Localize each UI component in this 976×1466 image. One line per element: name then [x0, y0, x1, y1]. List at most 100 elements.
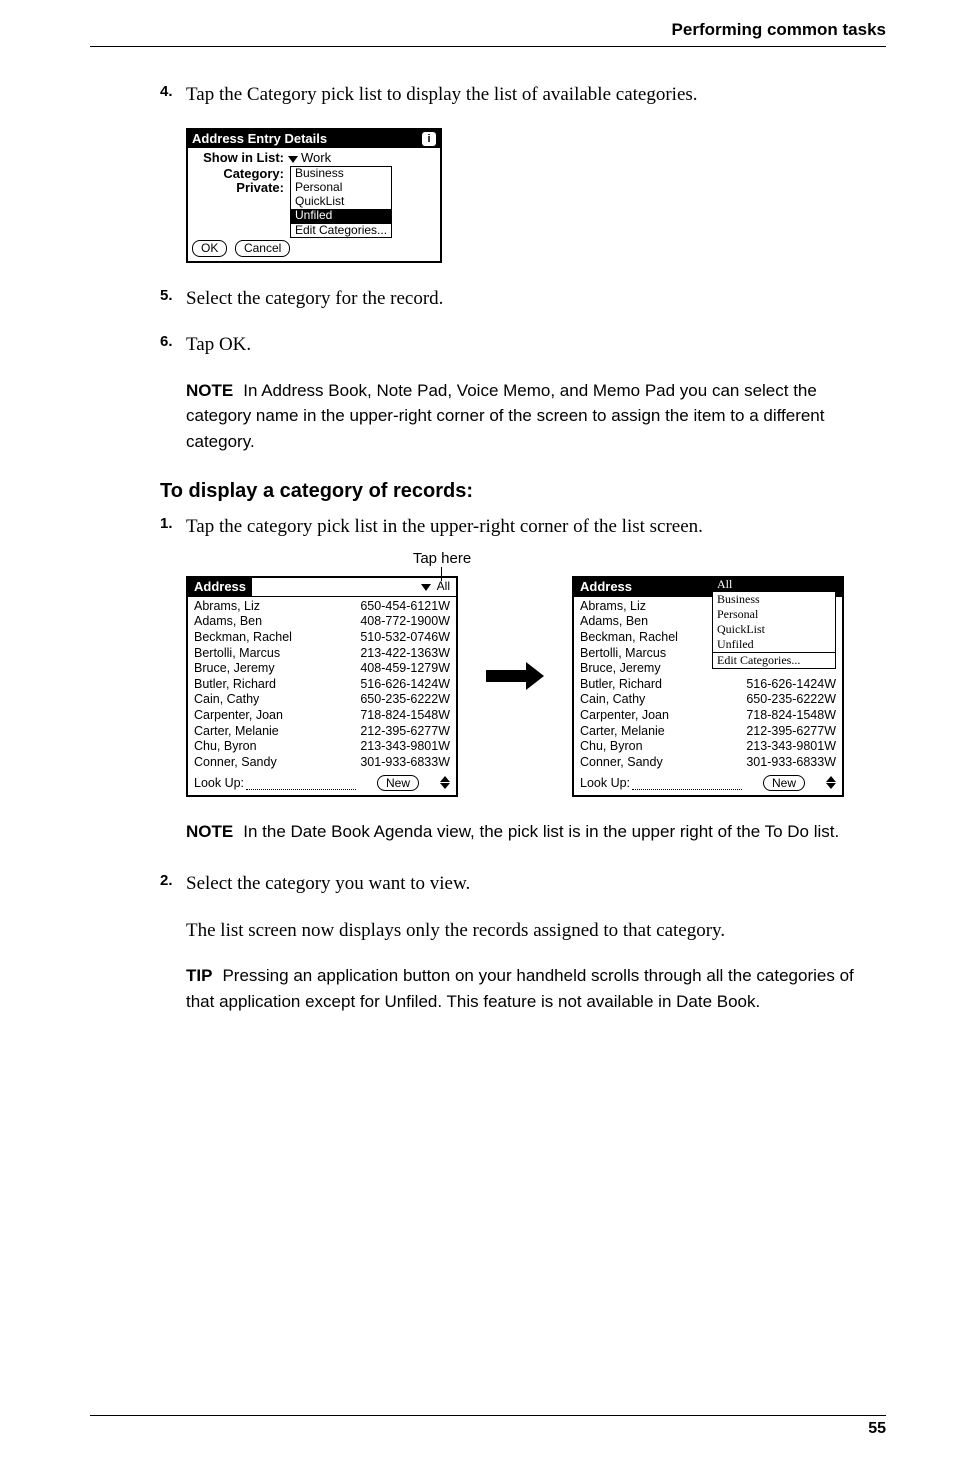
step-number: 2. — [160, 870, 186, 899]
address-row[interactable]: Carpenter, Joan718-824-1548W — [580, 708, 836, 724]
contact-phone: 650-235-6222W — [360, 692, 450, 708]
contact-name: Abrams, Liz — [194, 599, 260, 615]
contact-name: Carter, Melanie — [194, 724, 279, 740]
step-c2: 2. Select the category you want to view. — [160, 870, 886, 899]
step-text: Tap the category pick list in the upper-… — [186, 513, 886, 542]
contact-name: Chu, Byron — [194, 739, 257, 755]
picklist-option[interactable]: Edit Categories... — [713, 652, 835, 668]
contact-name: Conner, Sandy — [580, 755, 663, 771]
contact-name: Chu, Byron — [580, 739, 643, 755]
picklist-option[interactable]: Personal — [291, 181, 391, 195]
note-text: In the Date Book Agenda view, the pick l… — [243, 822, 839, 841]
contact-phone: 516-626-1424W — [360, 677, 450, 693]
callout-line — [441, 567, 442, 581]
picklist-option[interactable]: Business — [291, 167, 391, 181]
address-row[interactable]: Conner, Sandy301-933-6833W — [194, 755, 450, 771]
dialog-title: Address Entry Details — [192, 132, 327, 147]
ok-button[interactable]: OK — [192, 240, 227, 256]
contact-name: Bruce, Jeremy — [580, 661, 661, 677]
address-row[interactable]: Butler, Richard 516-626-1424W — [194, 677, 450, 693]
new-button[interactable]: New — [763, 775, 805, 791]
subsection-heading: To display a category of records: — [160, 480, 886, 503]
lookup-field[interactable]: Look Up: — [580, 776, 742, 790]
contact-phone: 213-343-9801W — [360, 739, 450, 755]
picklist-option[interactable]: QuickList — [291, 195, 391, 209]
show-in-list-value[interactable]: Work — [288, 151, 331, 166]
picklist-option-selected[interactable]: Unfiled — [291, 209, 391, 223]
category-picklist[interactable]: Business Personal QuickList Unfiled Edit… — [290, 166, 392, 238]
screen-title: Address — [188, 578, 252, 597]
address-row[interactable]: Adams, Ben408-772-1900W — [194, 614, 450, 630]
contact-phone: 301-933-6833W — [746, 755, 836, 771]
address-row[interactable]: Conner, Sandy 301-933-6833W — [580, 755, 836, 771]
tip-block: TIPPressing an application button on you… — [186, 963, 886, 1014]
contact-phone: 718-824-1548W — [746, 708, 836, 724]
contact-name: Cain, Cathy — [580, 692, 645, 708]
step-text: Tap the Category pick list to display th… — [186, 81, 886, 110]
contact-phone: 650-235-6222W — [746, 692, 836, 708]
contact-name: Bertolli, Marcus — [580, 646, 666, 662]
address-row[interactable]: Butler, Richard516-626-1424W — [580, 677, 836, 693]
page-number: 55 — [868, 1420, 886, 1437]
address-row[interactable]: Carter, Melanie212-395-6277W — [580, 724, 836, 740]
cancel-button[interactable]: Cancel — [235, 240, 290, 256]
step-text: Select the category you want to view. — [186, 870, 886, 899]
contact-phone: 408-772-1900W — [360, 614, 450, 630]
picklist-option[interactable]: Unfiled — [713, 637, 835, 652]
contact-phone: 213-343-9801W — [746, 739, 836, 755]
address-row[interactable]: Carpenter, Joan 718-824-1548W — [194, 708, 450, 724]
address-row[interactable]: Abrams, Liz 650-454-6121W — [194, 599, 450, 615]
picklist-option[interactable]: Personal — [713, 607, 835, 622]
note-text: In Address Book, Note Pad, Voice Memo, a… — [186, 381, 825, 451]
contact-name: Bertolli, Marcus — [194, 646, 280, 662]
step-text: Tap OK. — [186, 331, 886, 360]
picklist-option-selected[interactable]: All — [713, 577, 835, 592]
page-header: Performing common tasks — [90, 20, 886, 47]
tip-label: TIP — [186, 966, 212, 985]
lookup-field[interactable]: Look Up: — [194, 776, 356, 790]
contact-phone: 516-626-1424W — [746, 677, 836, 693]
info-icon[interactable]: i — [422, 132, 436, 146]
contact-name: Carter, Melanie — [580, 724, 665, 740]
contact-phone: 650-454-6121W — [360, 599, 450, 615]
address-row[interactable]: Bertolli, Marcus 213-422-1363W — [194, 646, 450, 662]
category-picklist-open[interactable]: All Business Personal QuickList Unfiled … — [712, 576, 836, 669]
step-5: 5. Select the category for the record. — [160, 285, 886, 314]
category-picklist-trigger[interactable]: All — [252, 578, 456, 596]
contact-phone: 212-395-6277W — [360, 724, 450, 740]
contact-name: Carpenter, Joan — [194, 708, 283, 724]
address-row[interactable]: Carter, Melanie 212-395-6277W — [194, 724, 450, 740]
private-label: Private: — [192, 181, 288, 196]
note-label: NOTE — [186, 822, 233, 841]
picklist-option[interactable]: QuickList — [713, 622, 835, 637]
address-row[interactable]: Chu, Byron 213-343-9801W — [194, 739, 450, 755]
step-6: 6. Tap OK. — [160, 331, 886, 360]
step-number: 1. — [160, 513, 186, 542]
step-4: 4. Tap the Category pick list to display… — [160, 81, 886, 110]
contact-name: Abrams, Liz — [580, 599, 646, 615]
arrow-right-icon — [486, 662, 544, 690]
show-in-list-label: Show in List: — [192, 151, 288, 166]
new-button[interactable]: New — [377, 775, 419, 791]
address-row[interactable]: Beckman, Rachel510-532-0746W — [194, 630, 450, 646]
contact-phone: 213-422-1363W — [360, 646, 450, 662]
contact-phone: 301-933-6833W — [360, 755, 450, 771]
address-row[interactable]: Chu, Byron 213-343-9801W — [580, 739, 836, 755]
contact-name: Cain, Cathy — [194, 692, 259, 708]
picklist-option[interactable]: Business — [713, 592, 835, 607]
contact-name: Adams, Ben — [580, 614, 648, 630]
tip-text: Pressing an application button on your h… — [186, 966, 854, 1011]
scroll-icon[interactable] — [440, 776, 450, 789]
address-row[interactable]: Cain, Cathy 650-235-6222W — [194, 692, 450, 708]
address-entry-details-dialog: Address Entry Details i Show in List: Wo… — [186, 128, 442, 263]
note-label: NOTE — [186, 381, 233, 400]
dialog-titlebar: Address Entry Details i — [188, 130, 440, 149]
address-row[interactable]: Bruce, Jeremy408-459-1279W — [194, 661, 450, 677]
contact-name: Butler, Richard — [194, 677, 276, 693]
address-row[interactable]: Cain, Cathy 650-235-6222W — [580, 692, 836, 708]
contact-phone: 408-459-1279W — [360, 661, 450, 677]
contact-phone: 718-824-1548W — [360, 708, 450, 724]
scroll-icon[interactable] — [826, 776, 836, 789]
picklist-option[interactable]: Edit Categories... — [291, 223, 391, 238]
step-number: 5. — [160, 285, 186, 314]
